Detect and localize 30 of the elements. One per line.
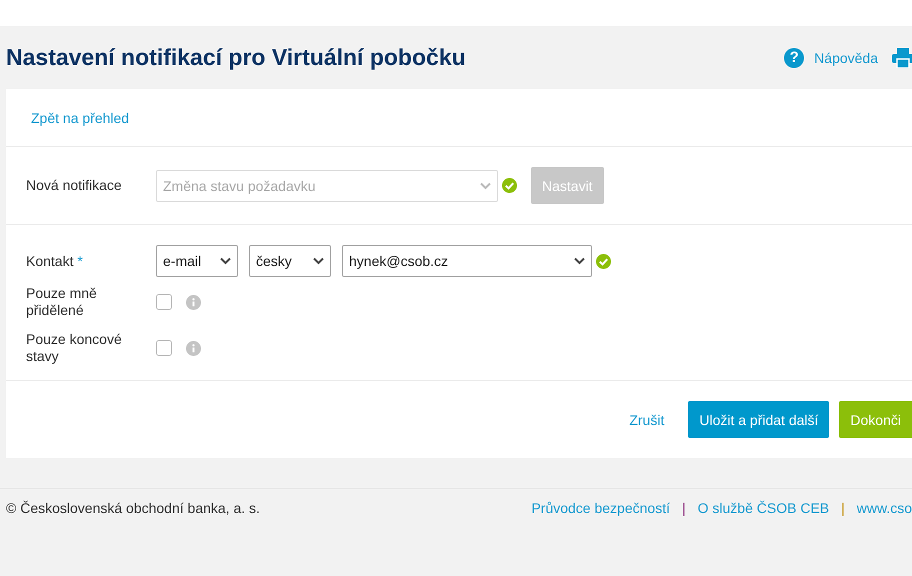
language-select[interactable]: česky [249, 245, 331, 277]
chevron-down-icon [574, 257, 585, 265]
printer-icon[interactable] [892, 48, 912, 68]
info-icon [186, 340, 201, 356]
option-label: Pouze koncové stavy [26, 331, 123, 365]
cancel-link[interactable]: Zrušit [629, 401, 664, 438]
back-link[interactable]: Zpět na přehled [31, 110, 912, 126]
action-button[interactable]: Dokonči [839, 401, 912, 438]
field-label: Kontakt * [26, 252, 84, 270]
contact-type-select[interactable]: e-mail [156, 245, 238, 277]
option-label: Pouze mně přidělené [26, 285, 98, 319]
email-select[interactable]: hynek@csob.cz [342, 245, 592, 277]
help-icon[interactable]: ? [784, 48, 804, 68]
footer-link[interactable]: Průvodce bezpečností [531, 500, 670, 516]
separator: | [682, 500, 686, 516]
checkbox[interactable] [156, 340, 172, 356]
checkbox[interactable] [156, 294, 172, 310]
copyright-text: © Československá obchodní banka, a. s. [6, 500, 261, 516]
chevron-down-icon [480, 182, 491, 190]
help-link[interactable]: Nápověda [814, 50, 878, 66]
info-icon [186, 294, 201, 310]
footer-link[interactable]: www.cso [856, 500, 912, 516]
field-label: Nová notifikace [26, 177, 123, 194]
chevron-down-icon [220, 257, 231, 265]
page-title: Nastavení notifikací pro Virtuální pobočku [6, 44, 467, 71]
footer-link[interactable]: O službě ČSOB CEB [698, 500, 830, 516]
notification-select[interactable]: Změna stavu požadavku [156, 170, 498, 202]
chevron-down-icon [313, 257, 324, 265]
separator: | [841, 500, 845, 516]
action-button[interactable]: Uložit a přidat další [688, 401, 830, 438]
